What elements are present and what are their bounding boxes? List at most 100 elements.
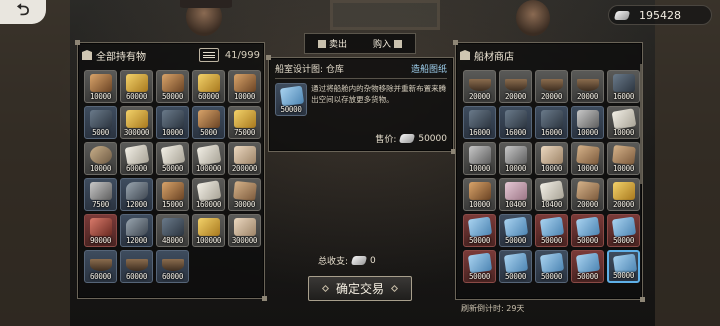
scroll-icon: [196, 180, 222, 202]
scroll-icon: [611, 108, 637, 130]
shop-item-slot[interactable]: 10000: [535, 142, 568, 175]
inventory-item-slot[interactable]: 10000: [228, 70, 261, 103]
inventory-item-slot[interactable]: 60000: [156, 250, 189, 283]
inventory-item-slot[interactable]: 60000: [192, 70, 225, 103]
shop-item-slot[interactable]: 10000: [463, 178, 496, 211]
shop-item-slot[interactable]: 16000: [499, 106, 532, 139]
shop-item-slot[interactable]: 10000: [607, 106, 640, 139]
shop-item-slot[interactable]: 20000: [499, 70, 532, 103]
shop-item-slot[interactable]: 50000: [463, 250, 496, 283]
confirm-trade-button[interactable]: 确定交易: [308, 276, 412, 301]
inventory-item-slot[interactable]: 100000: [192, 214, 225, 247]
inventory-item-qty: 5000: [200, 128, 217, 137]
shop-item-slot[interactable]: 10000: [607, 142, 640, 175]
shop-item-slot[interactable]: 50000: [607, 250, 640, 283]
shop-item-slot[interactable]: 20000: [571, 70, 604, 103]
chest-icon: [82, 50, 92, 60]
shop-item-slot[interactable]: 10000: [571, 142, 604, 175]
inventory-item-slot[interactable]: 160000: [192, 178, 225, 211]
shop-item-qty: 16000: [612, 92, 635, 101]
price-row: 售价: 50000: [375, 132, 447, 146]
inventory-item-slot[interactable]: 5000: [192, 106, 225, 139]
shop-item-slot[interactable]: 10000: [499, 142, 532, 175]
inventory-item-qty: 100000: [195, 164, 222, 173]
inventory-item-slot[interactable]: 60000: [120, 70, 153, 103]
gold-icon: [126, 74, 148, 92]
inventory-item-slot[interactable]: 75000: [228, 106, 261, 139]
gold-icon: [234, 110, 256, 128]
blueprint-icon: [539, 252, 565, 274]
list-view-icon[interactable]: [198, 48, 219, 62]
dark-icon: [162, 218, 184, 236]
inventory-item-slot[interactable]: 60000: [120, 142, 153, 175]
shop-item-slot[interactable]: 50000: [463, 214, 496, 247]
shop-item-slot[interactable]: 20000: [535, 70, 568, 103]
shop-item-qty: 10400: [504, 200, 527, 209]
shop-header: 船材商店: [460, 46, 638, 64]
inventory-item-slot[interactable]: 90000: [84, 214, 117, 247]
shop-item-slot[interactable]: 50000: [499, 250, 532, 283]
inventory-item-slot[interactable]: 10000: [156, 106, 189, 139]
inventory-item-slot[interactable]: 50000: [156, 142, 189, 175]
shop-item-slot[interactable]: 20000: [463, 70, 496, 103]
gold-icon: [126, 110, 148, 128]
inventory-item-slot[interactable]: 60000: [120, 250, 153, 283]
dark-icon: [613, 74, 635, 92]
shop-item-qty: 16000: [540, 128, 563, 137]
tab-sell[interactable]: 卖出: [305, 34, 360, 53]
inventory-item-slot[interactable]: 7500: [84, 178, 117, 211]
scroll-icon: [539, 180, 565, 202]
shop-item-slot[interactable]: 50000: [571, 214, 604, 247]
shop-item-slot[interactable]: 16000: [607, 70, 640, 103]
shop-item-qty: 10000: [540, 164, 563, 173]
inventory-item-slot[interactable]: 48000: [156, 214, 189, 247]
inventory-item-slot[interactable]: 10000: [84, 142, 117, 175]
shop-item-slot[interactable]: 20000: [571, 178, 604, 211]
inventory-item-slot[interactable]: 300000: [228, 214, 261, 247]
inventory-item-slot[interactable]: 12000: [120, 214, 153, 247]
inventory-item-slot[interactable]: 12000: [120, 178, 153, 211]
shop-item-slot[interactable]: 10000: [463, 142, 496, 175]
shop-item-slot[interactable]: 10400: [535, 178, 568, 211]
scroll-icon: [160, 144, 186, 166]
shop-item-slot[interactable]: 16000: [463, 106, 496, 139]
inventory-item-slot[interactable]: 15000: [156, 178, 189, 211]
inventory-item-slot[interactable]: 100000: [192, 142, 225, 175]
tab-buy[interactable]: 购入: [360, 34, 415, 53]
shop-item-slot[interactable]: 50000: [535, 250, 568, 283]
inventory-item-slot[interactable]: 30000: [228, 178, 261, 211]
shop-item-slot[interactable]: 50000: [607, 214, 640, 247]
refresh-countdown: 刷新倒计时: 29天: [461, 304, 525, 313]
inventory-header: 全部持有物 41/999: [82, 46, 260, 64]
inventory-item-qty: 10000: [89, 92, 112, 101]
shop-item-qty: 16000: [504, 128, 527, 137]
shop-item-qty: 50000: [612, 271, 635, 280]
red-icon: [90, 218, 112, 236]
shop-item-slot[interactable]: 50000: [535, 214, 568, 247]
metal-icon: [577, 110, 599, 128]
trade-tabs: 卖出 购入: [304, 33, 416, 54]
diamond-ornament-icon: [390, 284, 399, 293]
shop-item-slot[interactable]: 16000: [535, 106, 568, 139]
inventory-item-qty: 100000: [195, 236, 222, 245]
shop-item-slot[interactable]: 10400: [499, 178, 532, 211]
inventory-item-slot[interactable]: 10000: [84, 70, 117, 103]
blueprint-link[interactable]: 造船图纸: [411, 62, 447, 75]
plank-icon: [576, 144, 600, 166]
inventory-item-slot[interactable]: 50000: [156, 70, 189, 103]
brown-icon: [198, 110, 220, 128]
shop-item-qty: 20000: [576, 92, 599, 101]
shop-item-qty: 50000: [504, 236, 527, 245]
inventory-item-slot[interactable]: 200000: [228, 142, 261, 175]
shop-item-slot[interactable]: 50000: [571, 250, 604, 283]
inventory-item-qty: 60000: [125, 164, 148, 173]
inventory-item-slot[interactable]: 60000: [84, 250, 117, 283]
inventory-item-slot[interactable]: 5000: [84, 106, 117, 139]
shop-item-slot[interactable]: 20000: [607, 178, 640, 211]
inventory-item-slot[interactable]: 300000: [120, 106, 153, 139]
shop-item-slot[interactable]: 10000: [571, 106, 604, 139]
shop-scrollbar[interactable]: [640, 64, 642, 184]
shop-item-slot[interactable]: 50000: [499, 214, 532, 247]
buy-icon: [394, 39, 402, 48]
back-button[interactable]: ⮌: [0, 0, 46, 24]
